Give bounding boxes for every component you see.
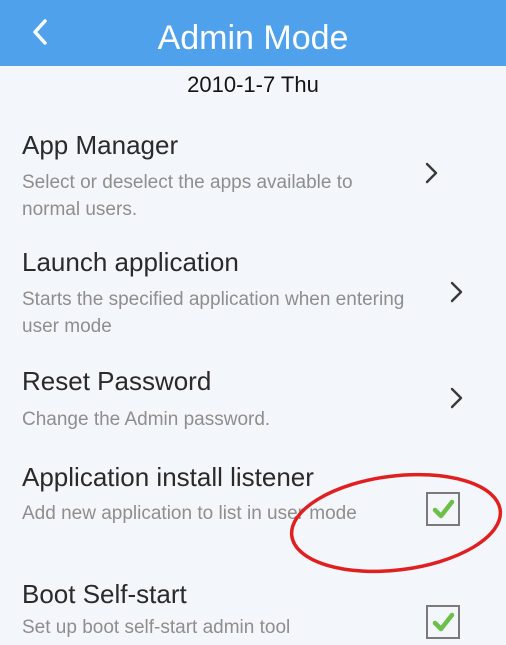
install-listener-item[interactable]: Application install listener Add new app… <box>0 456 506 574</box>
check-icon <box>432 612 455 632</box>
install-listener-checkbox[interactable] <box>426 492 460 526</box>
chevron-right-icon <box>450 387 463 409</box>
header-bar: Admin Mode <box>0 0 506 66</box>
launch-application-item[interactable]: Launch application Starts the specified … <box>0 240 506 358</box>
boot-self-start-item[interactable]: Boot Self-start Set up boot self-start a… <box>0 575 506 645</box>
install-listener-subtitle: Add new application to list in user mode <box>22 503 357 524</box>
page-title: Admin Mode <box>157 19 349 57</box>
install-listener-title: Application install listener <box>22 462 314 492</box>
app-manager-subtitle: Select or deselect the apps available to… <box>22 172 353 220</box>
chevron-right-icon <box>425 162 438 184</box>
launch-application-title: Launch application <box>22 247 239 277</box>
boot-self-start-checkbox[interactable] <box>426 605 460 639</box>
reset-password-title: Reset Password <box>22 366 212 396</box>
boot-self-start-subtitle: Set up boot self-start admin tool <box>22 617 291 638</box>
reset-password-subtitle: Change the Admin password. <box>22 409 271 430</box>
reset-password-item[interactable]: Reset Password Change the Admin password… <box>0 360 506 452</box>
check-icon <box>432 499 455 519</box>
app-manager-item[interactable]: App Manager Select or deselect the apps … <box>0 118 506 238</box>
app-manager-title: App Manager <box>22 130 179 160</box>
launch-application-subtitle: Starts the specified application when en… <box>22 289 405 337</box>
admin-mode-screen: Admin Mode 2010-1-7 Thu App Manager Sele… <box>0 0 506 645</box>
date-label: 2010-1-7 Thu <box>187 72 319 97</box>
chevron-right-icon <box>450 281 463 303</box>
boot-self-start-title: Boot Self-start <box>22 579 187 609</box>
